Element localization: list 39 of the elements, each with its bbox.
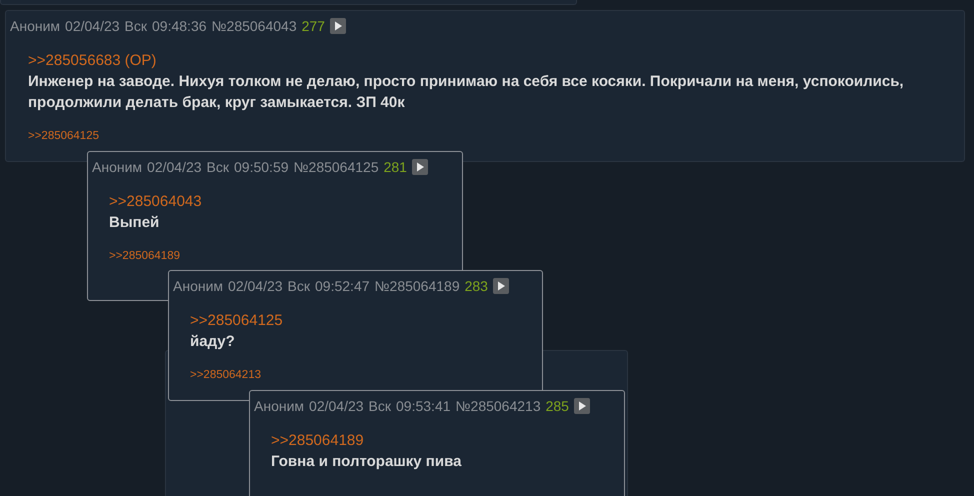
post-date: 02/04/23 [228,278,283,294]
post-number[interactable]: №285064189 [374,278,460,294]
post-author: Аноним [173,278,224,294]
play-icon[interactable] [492,278,509,294]
post-author: Аноним [92,159,142,175]
post-author: Аноним [254,398,304,414]
play-icon[interactable] [574,398,590,414]
post-position: 281 [384,159,407,175]
play-icon[interactable] [412,159,428,175]
reply-link[interactable]: >>285064189 [109,250,180,262]
post-date: 02/04/23 [309,398,364,414]
quote-link[interactable]: >>285064043 [109,193,202,210]
post-number[interactable]: №285064213 [456,398,541,414]
post-text: Говна и полторашку пива [271,452,462,472]
post-number[interactable]: №285064125 [294,159,379,175]
post-day: Вск [124,18,148,34]
post-time: 09:53:41 [396,398,451,414]
post-date: 02/04/23 [65,18,120,34]
post-position: 277 [302,18,325,34]
post-day: Вск [288,278,310,294]
quote-link[interactable]: >>285056683 (OP) [28,52,156,69]
reply-link[interactable]: >>285064125 [28,130,99,142]
post-position: 283 [464,278,488,294]
post-author: Аноним [10,18,60,34]
post-time: 09:52:47 [315,278,370,294]
post-text: Инженер на заводе. Нихуя толком не делаю, просто принимаю на себя все косяки. Покричали на меня, успокоились, продолжили делать брак, круг замыкается. ЗП 40к [28,72,905,113]
post-text: Выпей [109,213,160,233]
quote-link[interactable]: >>285064125 [190,312,283,329]
post-day: Вск [368,398,392,414]
reply-link[interactable]: >>285064213 [190,369,261,381]
post-text: йаду? [190,332,236,352]
post-number[interactable]: №285064043 [212,18,297,34]
post-time: 09:48:36 [152,18,207,34]
post-position: 285 [546,398,569,414]
post-day: Вск [206,159,230,175]
play-icon[interactable] [330,18,346,34]
post-date: 02/04/23 [147,159,202,175]
post-time: 09:50:59 [234,159,289,175]
quote-link[interactable]: >>285064189 [271,432,364,449]
